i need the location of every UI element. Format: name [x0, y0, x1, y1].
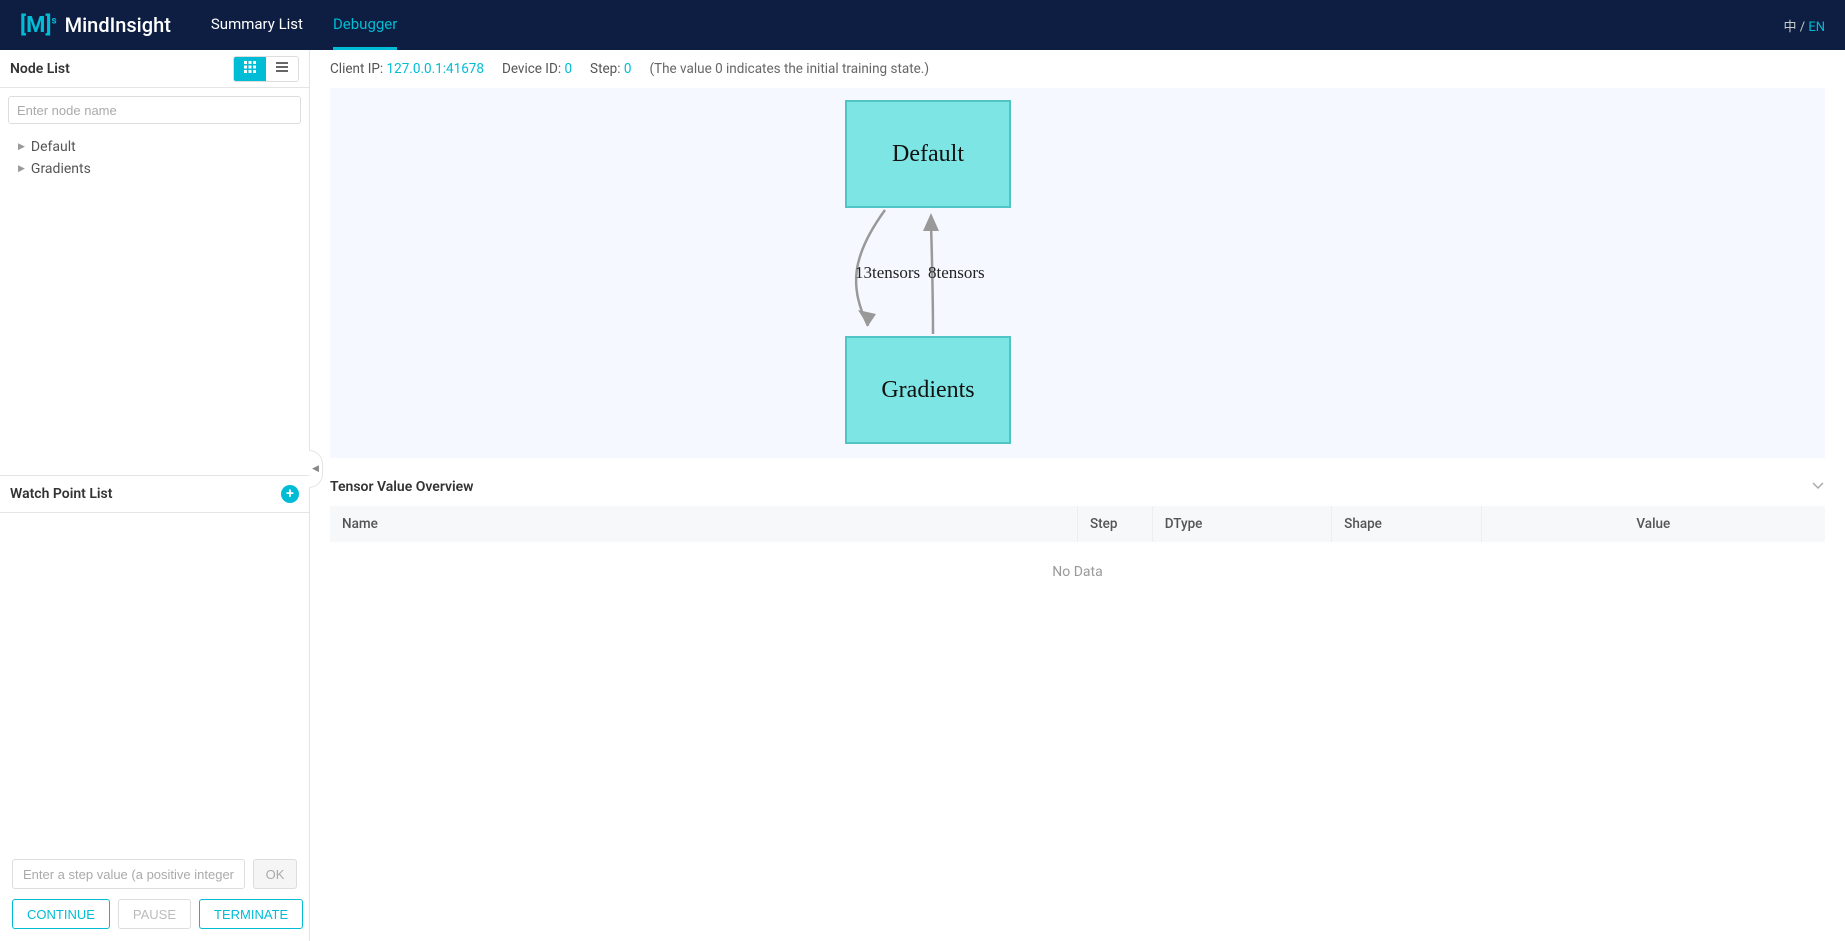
logo-text: MindInsight [65, 13, 171, 37]
client-ip-label: Client IP: [330, 61, 387, 77]
col-name: Name [330, 506, 1078, 542]
lang-sep: / [1800, 20, 1805, 35]
tree-item-gradients[interactable]: ▶ Gradients [0, 158, 309, 180]
node-list-title: Node List [10, 61, 233, 77]
continue-button[interactable]: CONTINUE [12, 899, 110, 929]
watchpoint-body [0, 513, 309, 848]
node-list-header: Node List [0, 50, 309, 88]
step-label: Step: [590, 61, 624, 77]
device-id: Device ID: 0 [502, 61, 572, 77]
tensor-header: Tensor Value Overview [330, 478, 1825, 496]
no-data-message: No Data [330, 542, 1825, 602]
list-icon [276, 61, 288, 77]
watchpoint-title: Watch Point List [10, 486, 281, 502]
step-input[interactable] [12, 859, 245, 889]
device-id-label: Device ID: [502, 61, 564, 77]
terminate-button[interactable]: TERMINATE [199, 899, 303, 929]
sidebar: Node List ▶ Default [0, 50, 310, 941]
logo: [M]s MindInsight [20, 13, 171, 38]
watchpoint-header: Watch Point List + [0, 475, 309, 513]
tree-item-label: Default [31, 139, 76, 155]
language-switch: 中 / EN [1783, 16, 1825, 35]
tensor-collapse-button[interactable] [1811, 478, 1825, 496]
graph-edges: 13tensors 8tensors [330, 88, 1825, 458]
info-bar: Client IP: 127.0.0.1:41678 Device ID: 0 … [310, 50, 1845, 88]
lang-zh[interactable]: 中 [1783, 20, 1796, 35]
client-ip-value: 127.0.0.1:41678 [387, 61, 484, 77]
pause-button[interactable]: PAUSE [118, 899, 191, 929]
table-header-row: Name Step DType Shape Value [330, 506, 1825, 542]
node-tree: ▶ Default ▶ Gradients [0, 132, 309, 475]
edge-label-right: 8tensors [928, 263, 985, 282]
plus-icon: + [286, 486, 294, 502]
step-value: 0 [624, 61, 632, 77]
chevron-down-icon [1811, 480, 1825, 496]
tab-summary-list[interactable]: Summary List [211, 1, 303, 50]
col-value: Value [1481, 506, 1825, 542]
tensor-title: Tensor Value Overview [330, 479, 1811, 495]
chevron-left-icon: ◀ [312, 464, 319, 474]
col-dtype: DType [1152, 506, 1331, 542]
view-list-button[interactable] [266, 57, 298, 81]
device-id-value: 0 [564, 61, 572, 77]
step-hint: (The value 0 indicates the initial train… [649, 61, 929, 77]
nav-tabs: Summary List Debugger [211, 1, 397, 50]
sidebar-footer: OK CONTINUE PAUSE TERMINATE [0, 847, 309, 941]
graph-canvas[interactable]: Default Gradients 13tensors 8tensors [330, 88, 1825, 458]
node-search-input[interactable] [8, 96, 301, 124]
caret-right-icon: ▶ [18, 142, 25, 152]
tree-item-label: Gradients [31, 161, 91, 177]
client-ip: Client IP: 127.0.0.1:41678 [330, 61, 484, 77]
tensor-section: Tensor Value Overview Name Step DType Sh… [310, 468, 1845, 612]
arrow-head-icon [923, 213, 939, 231]
col-step: Step [1078, 506, 1153, 542]
arrow-head-icon [858, 310, 876, 326]
view-grid-button[interactable] [234, 57, 266, 81]
col-shape: Shape [1332, 506, 1482, 542]
tensor-table: Name Step DType Shape Value [330, 506, 1825, 542]
logo-icon: [M]s [20, 13, 57, 38]
tree-item-default[interactable]: ▶ Default [0, 136, 309, 158]
tab-debugger[interactable]: Debugger [333, 1, 397, 50]
content: Client IP: 127.0.0.1:41678 Device ID: 0 … [310, 50, 1845, 941]
lang-en[interactable]: EN [1808, 20, 1825, 35]
view-toggle [233, 56, 299, 82]
app-header: [M]s MindInsight Summary List Debugger 中… [0, 0, 1845, 50]
step-ok-button[interactable]: OK [253, 859, 297, 889]
step: Step: 0 [590, 61, 631, 77]
node-search [0, 88, 309, 132]
caret-right-icon: ▶ [18, 164, 25, 174]
grid-icon [244, 61, 256, 77]
add-watchpoint-button[interactable]: + [281, 485, 299, 503]
edge-label-left: 13tensors [855, 263, 920, 282]
